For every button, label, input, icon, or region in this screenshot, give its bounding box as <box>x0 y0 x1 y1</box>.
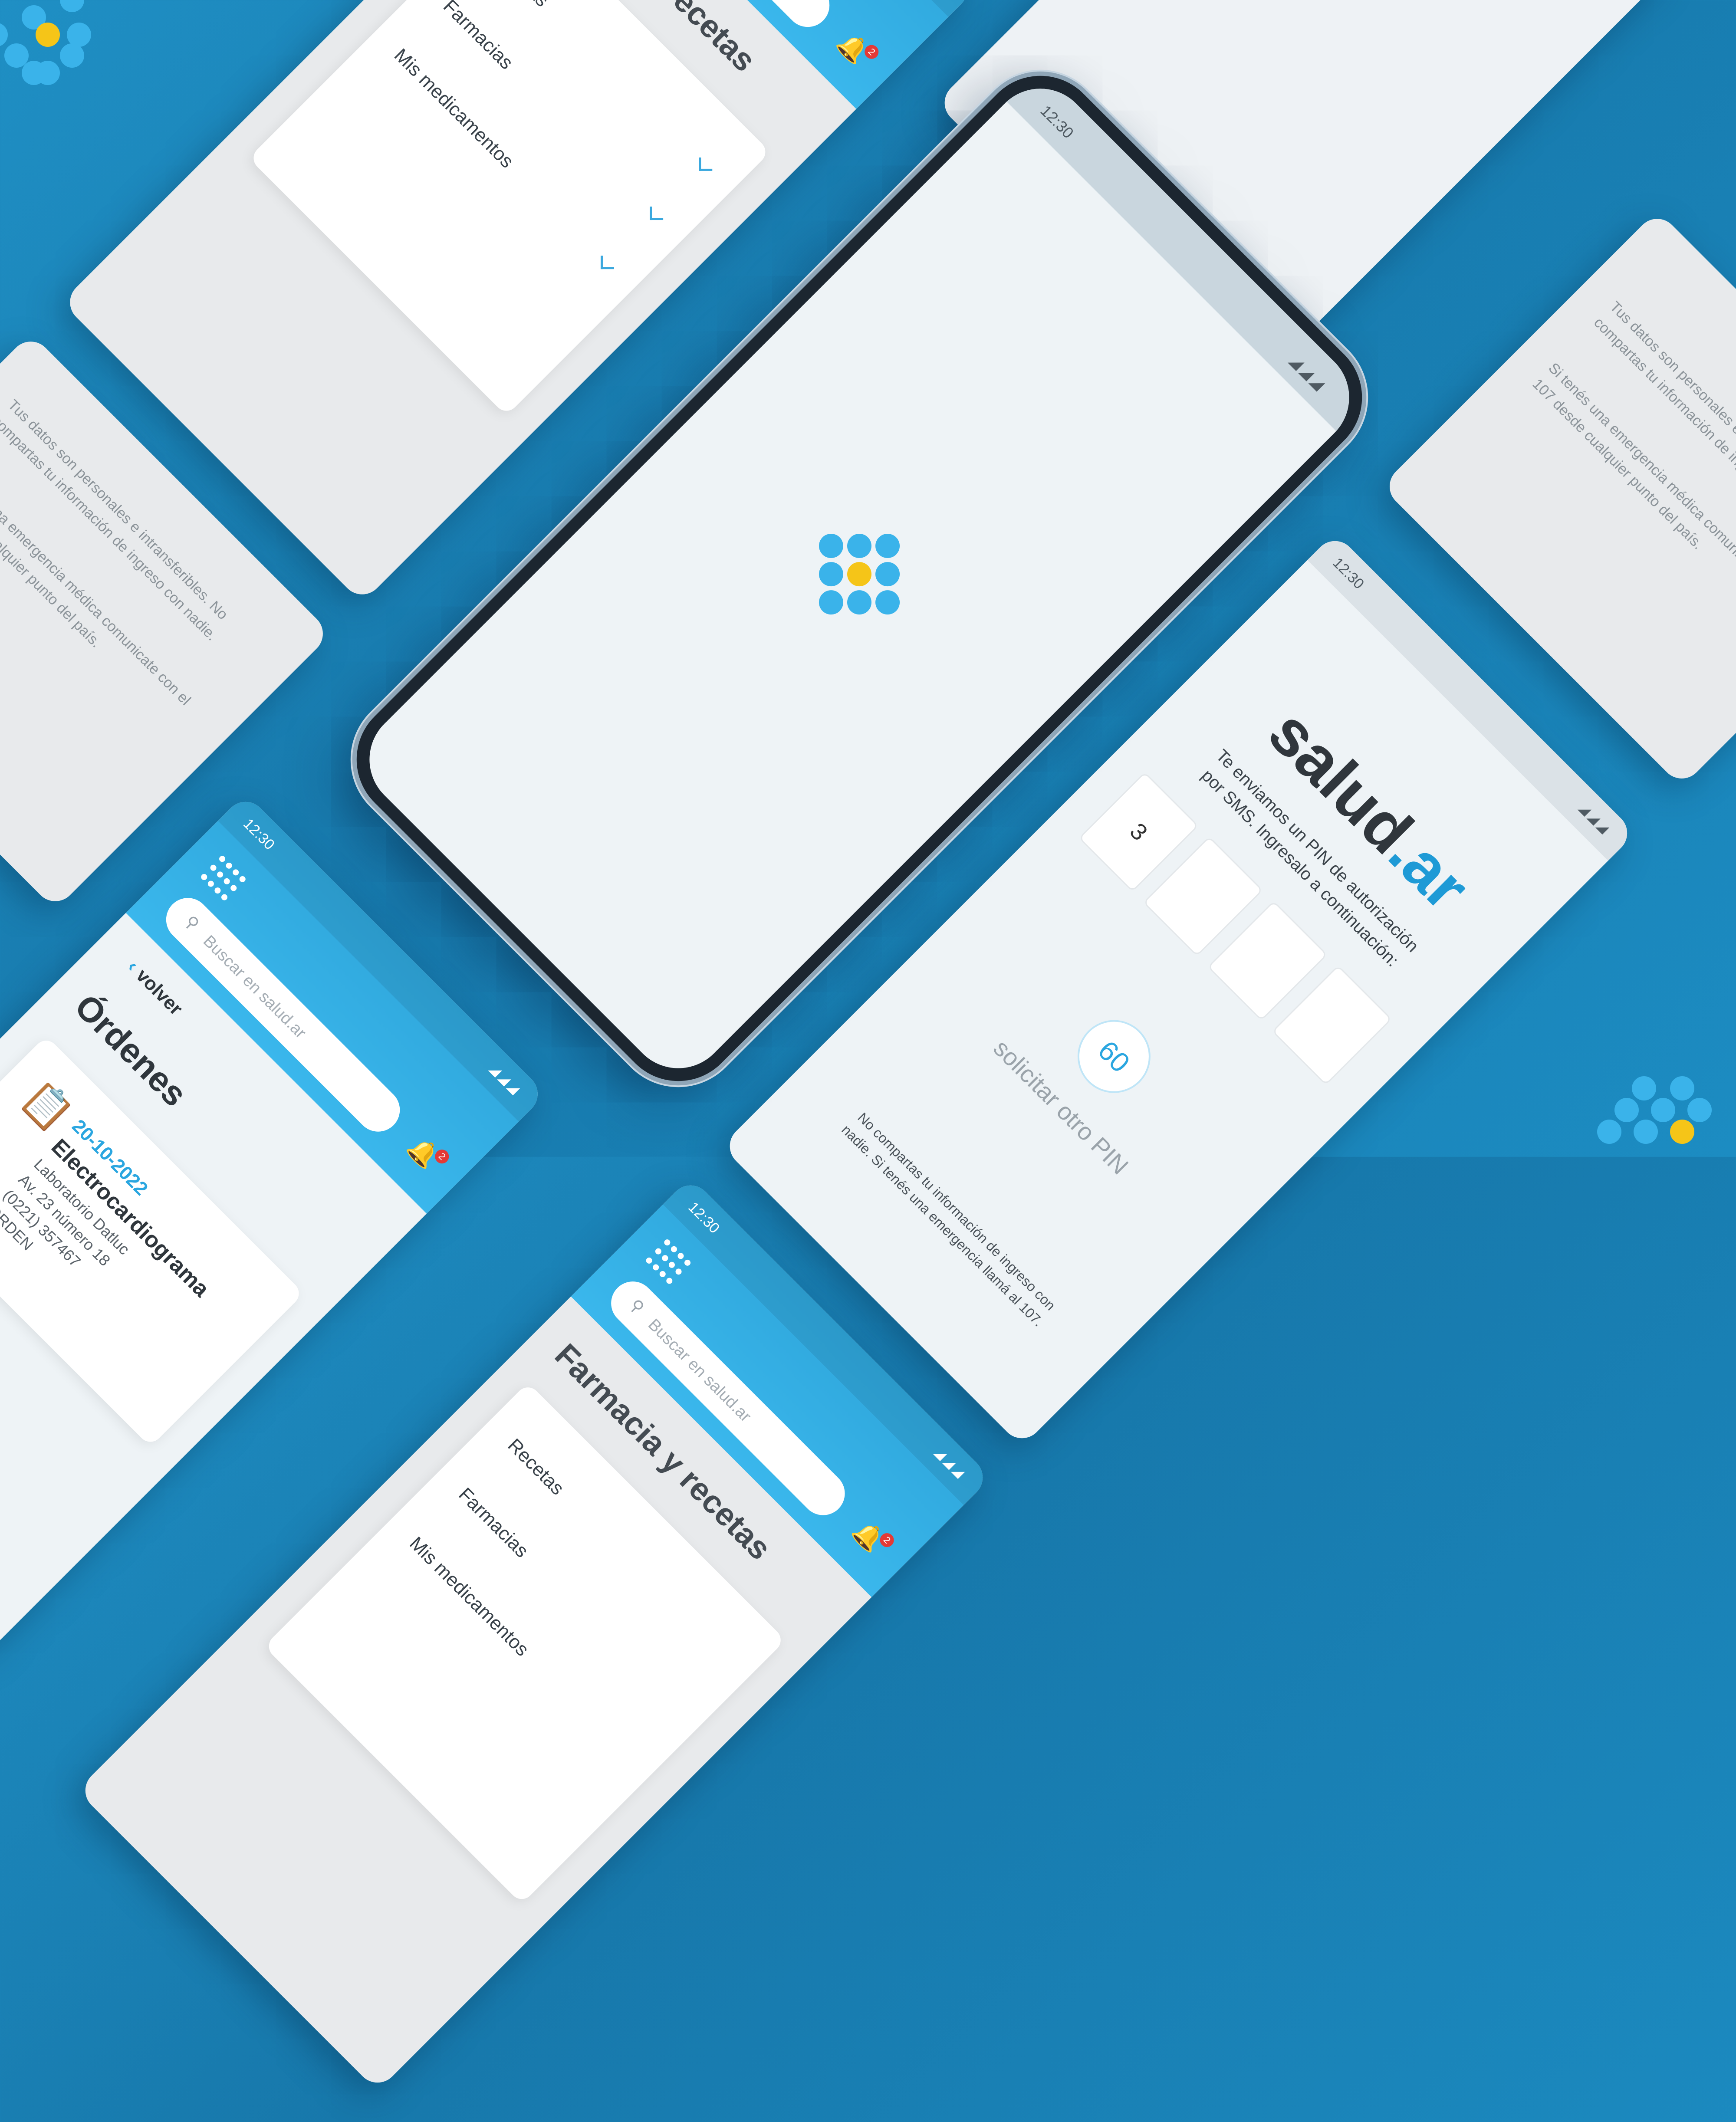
menu-item-recetas[interactable]: Recetas <box>488 0 553 11</box>
search-icon: ⚲ <box>626 1296 648 1317</box>
menu-item-recetas[interactable]: Recetas <box>503 1435 568 1499</box>
pharmacy-menu: Recetas Farmacias Mis medicamentos <box>264 1382 786 1904</box>
bell-icon[interactable]: 🔔 2 <box>848 1515 897 1557</box>
apps-grid-icon[interactable] <box>643 1238 692 1287</box>
countdown-timer: 60 <box>1062 1005 1166 1108</box>
signal-icon: ◢◢◢ <box>932 1445 969 1482</box>
menu-item-farmacias[interactable]: Farmacias <box>439 0 517 74</box>
apps-grid-icon[interactable] <box>197 854 247 903</box>
chevron-down-icon[interactable] <box>650 207 664 220</box>
status-time: 12:30 <box>685 1199 723 1237</box>
menu-item-farmacias[interactable]: Farmacias <box>454 1484 533 1562</box>
pharmacy-menu: Recetas Farmacias Mis medicamentos <box>248 0 770 416</box>
notification-badge: 2 <box>432 1146 452 1166</box>
logo-dots-bottom-right <box>1597 1072 1712 1176</box>
notification-badge: 2 <box>877 1530 897 1550</box>
signal-icon: ◢◢◢ <box>487 1061 524 1098</box>
search-placeholder: Buscar en salud.ar <box>199 932 310 1042</box>
salud-ar-dots-logo <box>786 500 933 647</box>
signal-icon: ◢◢◢ <box>1286 351 1330 395</box>
chevron-down-icon[interactable] <box>600 256 614 269</box>
status-time: 12:30 <box>1037 102 1078 142</box>
search-placeholder: Buscar en salud.ar <box>644 1315 755 1426</box>
pin-footer: No compartas tu información de ingreso c… <box>838 1110 1059 1330</box>
bell-icon[interactable]: 🔔 2 <box>403 1131 452 1173</box>
status-time: 12:30 <box>1329 554 1368 592</box>
search-icon: ⚲ <box>181 912 203 934</box>
bell-icon[interactable]: 🔔 2 <box>832 27 881 69</box>
mockup-scene: 12:30 ◢◢◢ ⚲ Buscar en salud.ar 🔔 2 Farma… <box>0 0 1736 2092</box>
notification-badge: 2 <box>861 42 881 62</box>
status-time: 12:30 <box>240 815 278 853</box>
back-label: volver <box>132 965 187 1020</box>
back-link[interactable]: ‹volver <box>123 956 187 1020</box>
signal-icon: ◢◢◢ <box>1576 800 1614 838</box>
logo-dots-top-left <box>0 0 100 87</box>
chevron-down-icon[interactable] <box>699 157 713 171</box>
